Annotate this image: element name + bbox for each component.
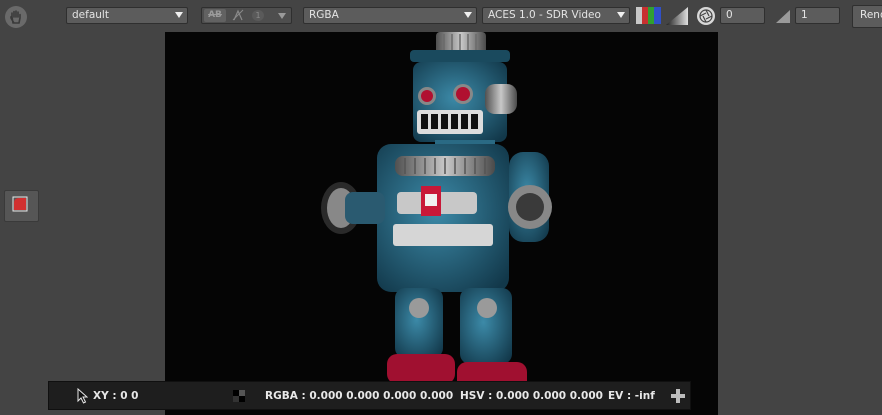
chevron-down-icon (175, 12, 183, 18)
cursor-arrow-icon (77, 388, 88, 404)
display-transform-value: ACES 1.0 - SDR Video (488, 9, 601, 21)
view-select-value: default (72, 9, 109, 21)
rgba-readout: RGBA : 0.000 0.000 0.000 0.000 (265, 390, 454, 402)
gamma-ramp-icon (666, 7, 688, 25)
wipe-icon (232, 9, 244, 21)
compare-index-value: 1 (255, 11, 261, 20)
exposure-input[interactable]: 0 (720, 7, 765, 24)
rgb-channels-button[interactable] (636, 7, 661, 24)
pan-tool-button[interactable] (5, 6, 27, 28)
chevron-down-icon (464, 12, 472, 18)
gamma-ramp-button[interactable] (666, 7, 688, 25)
hsv-readout: HSV : 0.000 0.000 0.000 (460, 390, 603, 402)
color-swatch (233, 390, 245, 402)
image-viewport[interactable] (165, 32, 718, 415)
compare-index-badge: 1 (252, 10, 264, 21)
compare-group: AB 1 (201, 7, 292, 24)
gamma-triangle-icon (776, 10, 790, 23)
compare-ab-button[interactable]: AB (204, 9, 226, 22)
exposure-value: 0 (726, 9, 733, 21)
gamma-input[interactable]: 1 (795, 7, 840, 24)
rgb-swatch-icon (636, 7, 661, 24)
gamma-value: 1 (801, 9, 808, 21)
chevron-down-icon (617, 12, 625, 18)
aperture-icon (699, 9, 713, 23)
wipe-button[interactable] (231, 9, 245, 22)
channels-select-value: RGBA (309, 9, 339, 21)
crop-region-button[interactable] (4, 190, 39, 222)
compare-ab-icon: AB (208, 10, 222, 20)
render-button-label: Render (860, 9, 882, 21)
add-icon[interactable] (671, 389, 685, 403)
gamma-button[interactable] (776, 10, 790, 23)
exposure-button[interactable] (697, 7, 715, 25)
channels-select[interactable]: RGBA (303, 7, 477, 24)
display-transform-select[interactable]: ACES 1.0 - SDR Video (482, 7, 630, 24)
render-button[interactable]: Render (852, 5, 882, 28)
pixel-info-bar: XY : 0 0 RGBA : 0.000 0.000 0.000 0.000 … (48, 381, 691, 410)
crop-icon (12, 196, 28, 212)
hand-icon (10, 10, 21, 24)
xy-readout: XY : 0 0 (93, 390, 139, 402)
chevron-down-icon[interactable] (278, 13, 286, 19)
robot-render-image (321, 32, 552, 392)
ev-readout: EV : -inf (608, 390, 655, 402)
view-select[interactable]: default (66, 7, 188, 24)
